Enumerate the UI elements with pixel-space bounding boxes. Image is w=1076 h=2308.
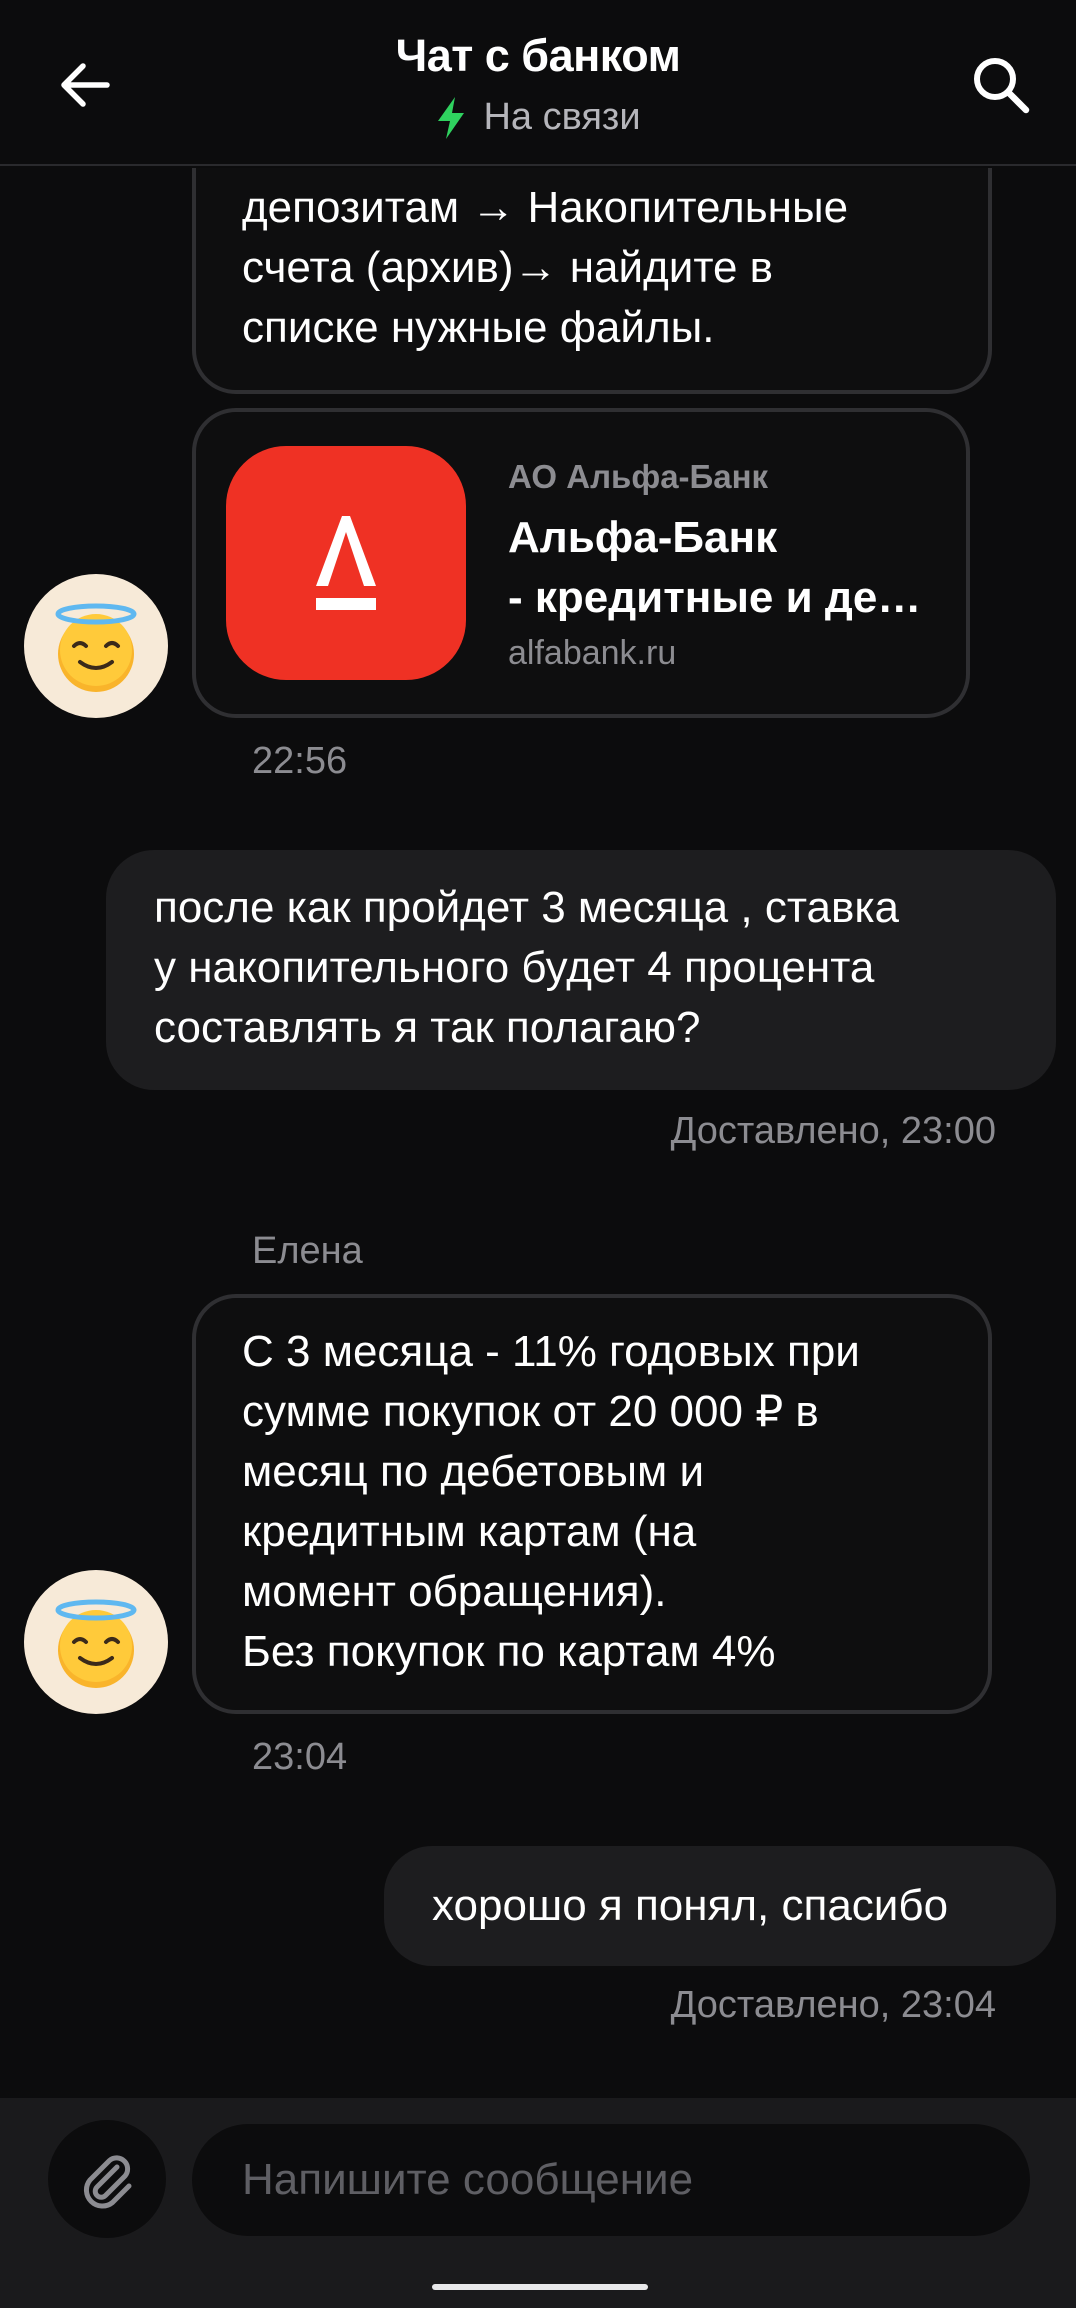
angel-emoji-icon — [55, 603, 137, 692]
message-time: 23:04 — [252, 1736, 348, 1778]
attach-button[interactable] — [48, 2120, 166, 2238]
page-title: Чат с банком — [395, 30, 681, 81]
link-title: Альфа-Банк - кредитные и де… — [508, 508, 948, 628]
sender-name: Елена — [252, 1230, 363, 1272]
message-composer — [0, 2098, 1076, 2308]
outgoing-message[interactable]: хорошо я понял, спасибо — [384, 1846, 1056, 1966]
incoming-message[interactable]: С 3 месяца - 11% годовых при сумме покуп… — [192, 1294, 992, 1714]
link-preview-card[interactable]: АО Альфа-Банк Альфа-Банк - кредитные и д… — [192, 408, 970, 718]
message-list[interactable]: депозитам → Накопительные счета (архив)→… — [0, 168, 1076, 2098]
message-text: хорошо я понял, спасибо — [432, 1881, 949, 1930]
chat-header: Чат с банком На связи — [0, 0, 1076, 166]
search-button[interactable] — [964, 48, 1038, 122]
avatar — [24, 574, 168, 718]
message-text: С 3 месяца - 11% годовых при сумме покуп… — [242, 1327, 860, 1676]
status-text: На связи — [483, 96, 641, 138]
incoming-message[interactable]: депозитам → Накопительные счета (архив)→… — [192, 168, 992, 394]
status-indicator: На связи — [0, 96, 1076, 139]
link-title-line1: Альфа-Банк — [508, 513, 778, 562]
delivery-status: Доставлено, 23:00 — [670, 1110, 996, 1152]
message-text: депозитам → Накопительные счета (архив)→… — [242, 183, 849, 352]
link-title-line2: - кредитные и де… — [508, 573, 922, 622]
outgoing-message[interactable]: после как пройдет 3 месяца , ставка у на… — [106, 850, 1056, 1090]
angel-emoji-icon — [55, 1599, 137, 1688]
message-time: 22:56 — [252, 740, 348, 782]
lightning-icon — [438, 96, 465, 139]
delivery-status: Доставлено, 23:04 — [670, 1984, 996, 2026]
link-source: АО Альфа-Банк — [508, 458, 769, 495]
paperclip-icon — [84, 2155, 132, 2209]
message-text: после как пройдет 3 месяца , ставка у на… — [154, 883, 900, 1052]
home-indicator[interactable] — [432, 2284, 648, 2290]
alfa-bank-logo — [226, 446, 466, 680]
message-input[interactable] — [192, 2124, 1030, 2236]
alfa-logo-icon — [316, 516, 376, 610]
link-domain: alfabank.ru — [508, 634, 677, 672]
avatar — [24, 1570, 168, 1714]
search-icon — [974, 58, 1030, 114]
